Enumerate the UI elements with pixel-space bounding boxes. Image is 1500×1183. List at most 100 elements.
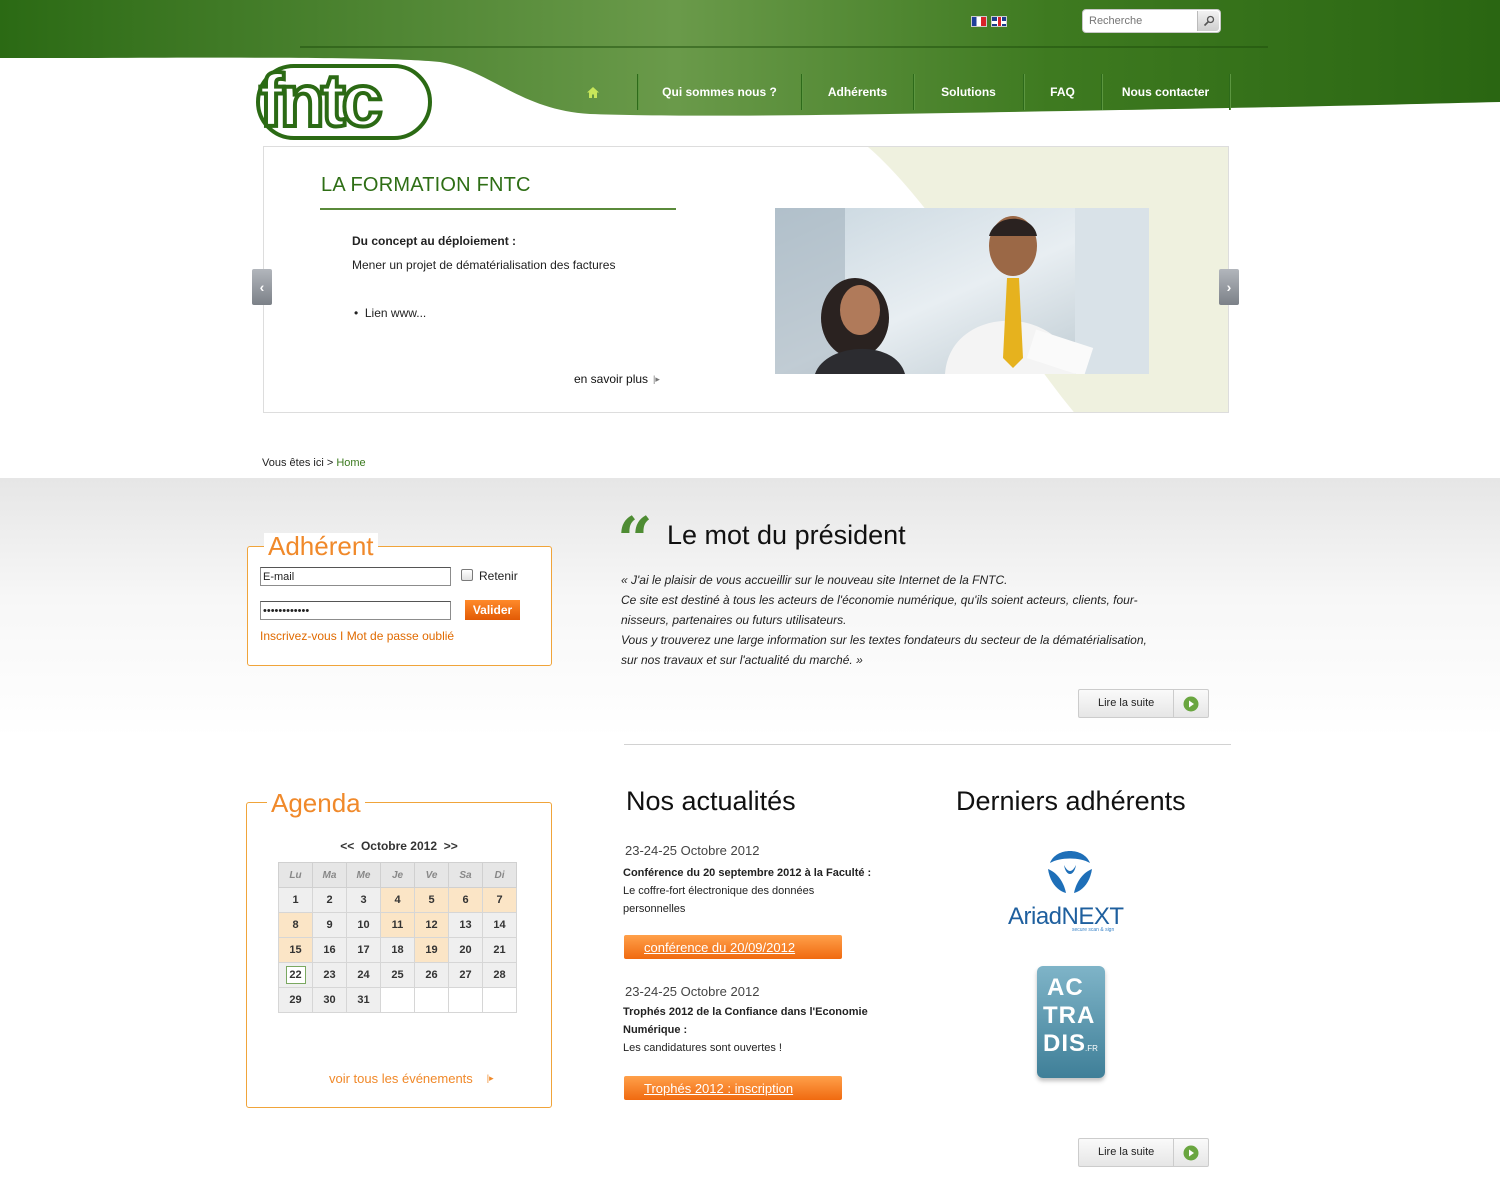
calendar-day[interactable]: 17 xyxy=(346,937,381,963)
agenda-all-events-label: voir tous les événements xyxy=(329,1071,473,1086)
slide-photo xyxy=(775,208,1149,374)
calendar-day[interactable]: 19 xyxy=(414,937,449,963)
calendar-day[interactable]: 31 xyxy=(346,987,381,1013)
calendar-day[interactable]: 9 xyxy=(312,912,347,938)
flag-fr-icon[interactable] xyxy=(971,16,987,27)
calendar-day[interactable]: 10 xyxy=(346,912,381,938)
calendar-day[interactable]: 21 xyxy=(482,937,517,963)
calendar-week: 22 23 24 25 26 27 28 xyxy=(278,962,517,988)
weekday-header: Ma xyxy=(312,862,347,888)
calendar-day[interactable]: 26 xyxy=(414,962,449,988)
weekday-header: Me xyxy=(346,862,381,888)
calendar-day[interactable]: 27 xyxy=(448,962,483,988)
calendar-day[interactable]: 13 xyxy=(448,912,483,938)
member-login-title: Adhérent xyxy=(264,533,378,559)
actradis-text: DIS xyxy=(1043,1030,1087,1057)
calendar-day[interactable]: 4 xyxy=(380,887,415,913)
slide-link-item[interactable]: • Lien www... xyxy=(354,306,426,320)
news-trophees-button[interactable]: Trophés 2012 : inscription xyxy=(624,1076,842,1100)
section-divider xyxy=(624,744,1231,745)
nav-qui-sommes-nous[interactable]: Qui sommes nous ? xyxy=(638,74,802,110)
calendar-nav: << Octobre 2012 >> xyxy=(247,839,551,853)
search-input[interactable] xyxy=(1089,13,1193,29)
calendar-day[interactable]: 23 xyxy=(312,962,347,988)
actradis-text: TRA xyxy=(1043,1002,1096,1029)
remember-checkbox[interactable] xyxy=(461,569,473,581)
slider-prev-button[interactable]: ‹ xyxy=(252,269,272,305)
password-field[interactable] xyxy=(260,601,451,620)
calendar-day[interactable]: 24 xyxy=(346,962,381,988)
calendar-week: 29 30 31 xyxy=(278,987,517,1013)
login-submit-button[interactable]: Valider xyxy=(465,600,520,620)
calendar-day[interactable]: 15 xyxy=(278,937,313,963)
calendar-day[interactable]: 25 xyxy=(380,962,415,988)
slide-title: LA FORMATION FNTC xyxy=(321,174,531,196)
search-icon xyxy=(1203,15,1214,27)
email-field[interactable] xyxy=(260,567,451,586)
ariadnext-tagline: secure scan & sign xyxy=(1072,927,1115,933)
chevron-right-icon: |▸ xyxy=(653,373,660,384)
calendar-day xyxy=(448,987,483,1013)
calendar-next-button[interactable]: >> xyxy=(444,839,458,853)
president-line: Vous y trouverez une large information s… xyxy=(621,633,1147,647)
news-headline: Conférence du 20 septembre 2012 à la Fac… xyxy=(623,867,872,879)
president-line: « J'ai le plaisir de vous accueillir sur… xyxy=(621,573,1008,587)
nav-home[interactable] xyxy=(548,74,638,110)
calendar-day[interactable]: 22 xyxy=(278,962,313,988)
chevron-right-icon: |▸ xyxy=(486,1073,494,1083)
nav-nous-contacter[interactable]: Nous contacter xyxy=(1102,74,1230,110)
calendar-day[interactable]: 8 xyxy=(278,912,313,938)
president-read-more-button[interactable]: Lire la suite xyxy=(1078,689,1209,718)
calendar-week: 1 2 3 4 5 6 7 xyxy=(278,887,517,913)
calendar-day[interactable]: 20 xyxy=(448,937,483,963)
news-conference-button[interactable]: conférence du 20/09/2012 xyxy=(624,935,842,959)
news-date: 23-24-25 Octobre 2012 xyxy=(625,843,760,858)
breadcrumb: Vous êtes ici > Home xyxy=(262,457,366,469)
president-message: « J'ai le plaisir de vous accueillir sur… xyxy=(621,570,1221,670)
calendar-day[interactable]: 12 xyxy=(414,912,449,938)
calendar-grid: Lu Ma Me Je Ve Sa Di 1 2 3 4 5 6 7 8 9 1… xyxy=(278,862,517,1013)
read-more-label: Lire la suite xyxy=(1079,690,1175,717)
slide-more-link[interactable]: en savoir plus |▸ xyxy=(574,372,660,386)
actradis-logo[interactable]: AC TRA DIS .FR xyxy=(1037,966,1105,1078)
calendar-prev-button[interactable]: << xyxy=(340,839,354,853)
calendar-day[interactable]: 2 xyxy=(312,887,347,913)
calendar-day[interactable]: 7 xyxy=(482,887,517,913)
slide-text: Mener un projet de dématérialisation des… xyxy=(352,258,616,272)
today-marker: 22 xyxy=(285,966,306,984)
calendar-day[interactable]: 1 xyxy=(278,887,313,913)
calendar-day[interactable]: 6 xyxy=(448,887,483,913)
fntc-logo[interactable]: fntc xyxy=(255,62,435,142)
calendar-day[interactable]: 14 xyxy=(482,912,517,938)
calendar-day[interactable]: 29 xyxy=(278,987,313,1013)
slide-divider xyxy=(320,208,676,210)
president-line: Ce site est destiné à tous les acteurs d… xyxy=(621,593,1138,607)
president-title: Le mot du président xyxy=(667,520,906,550)
home-icon xyxy=(586,86,599,98)
calendar-day[interactable]: 5 xyxy=(414,887,449,913)
nav-faq[interactable]: FAQ xyxy=(1024,74,1102,110)
calendar-day[interactable]: 30 xyxy=(312,987,347,1013)
calendar-weekdays: Lu Ma Me Je Ve Sa Di xyxy=(278,862,517,888)
search-button[interactable] xyxy=(1197,11,1219,31)
members-read-more-button[interactable]: Lire la suite xyxy=(1078,1138,1209,1167)
nav-solutions[interactable]: Solutions xyxy=(914,74,1024,110)
calendar-day xyxy=(482,987,517,1013)
breadcrumb-current[interactable]: Home xyxy=(336,457,365,469)
president-line: sur nos travaux et sur l'actualité du ma… xyxy=(621,653,863,667)
calendar-day[interactable]: 28 xyxy=(482,962,517,988)
calendar-week: 8 9 10 11 12 13 14 xyxy=(278,912,517,938)
calendar-day[interactable]: 16 xyxy=(312,937,347,963)
flag-en-icon[interactable] xyxy=(991,16,1007,27)
breadcrumb-prefix: Vous êtes ici > xyxy=(262,457,334,469)
slide-more-label: en savoir plus xyxy=(574,372,649,386)
calendar-day[interactable]: 18 xyxy=(380,937,415,963)
agenda-all-events-link[interactable]: voir tous les événements |▸ xyxy=(329,1071,494,1086)
site-header: fntc Qui sommes nous ? Adhérents Solutio… xyxy=(0,0,1500,142)
calendar-day[interactable]: 3 xyxy=(346,887,381,913)
news-title: Nos actualités xyxy=(626,786,796,816)
calendar-day[interactable]: 11 xyxy=(380,912,415,938)
register-forgot-links[interactable]: Inscrivez-vous I Mot de passe oublié xyxy=(260,629,454,643)
slider-next-button[interactable]: › xyxy=(1219,269,1239,305)
nav-adherents[interactable]: Adhérents xyxy=(802,74,914,110)
